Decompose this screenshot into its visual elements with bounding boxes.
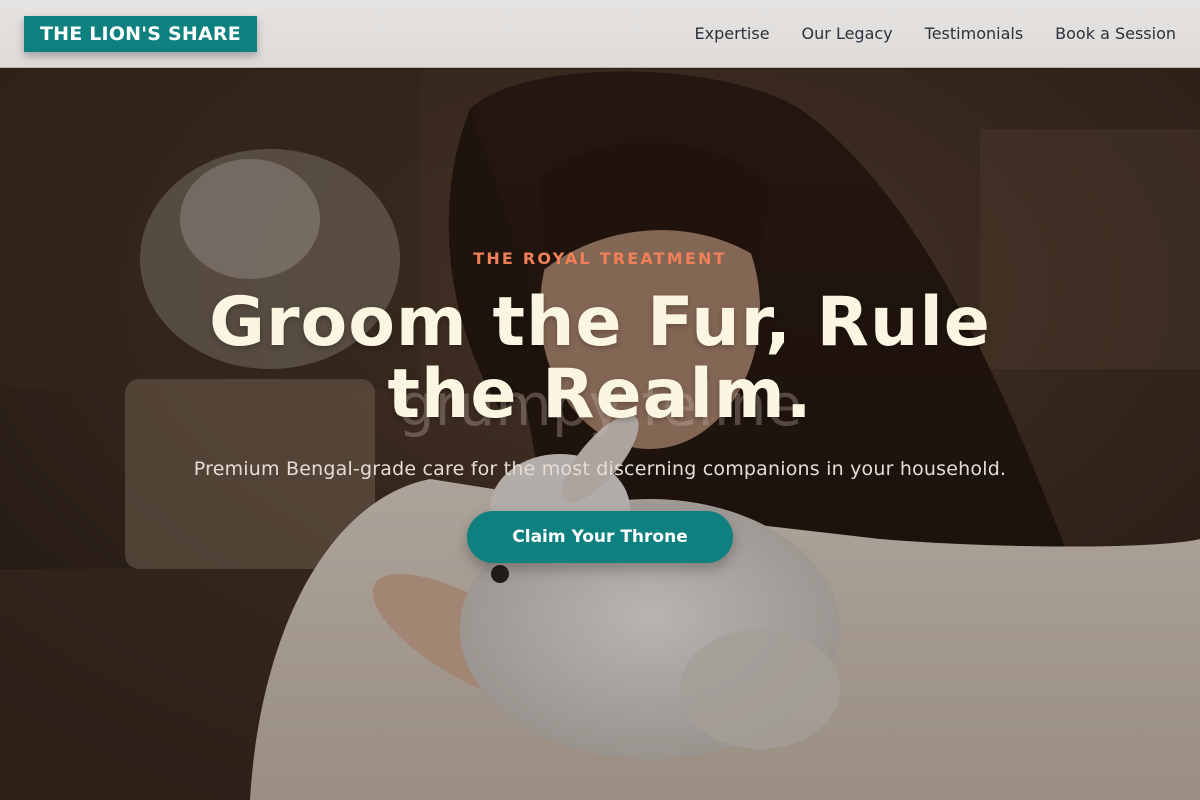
hero-headline: Groom the Fur, Rule the Realm.	[209, 283, 991, 434]
main-nav: Expertise Our Legacy Testimonials Book a…	[694, 24, 1176, 43]
nav-link-book-session[interactable]: Book a Session	[1055, 24, 1176, 43]
nav-link-our-legacy[interactable]: Our Legacy	[802, 24, 893, 43]
nav-link-testimonials[interactable]: Testimonials	[925, 24, 1024, 43]
hero-subtitle: Premium Bengal-grade care for the most d…	[193, 458, 1007, 480]
site-header: THE LION'S SHARE Expertise Our Legacy Te…	[0, 0, 1200, 68]
hero-section: grumpy feline THE ROYAL TREATMENT Groom …	[0, 69, 1200, 800]
brand-logo[interactable]: THE LION'S SHARE	[24, 15, 257, 52]
claim-throne-button[interactable]: Claim Your Throne	[467, 511, 733, 563]
hero-eyebrow: THE ROYAL TREATMENT	[473, 249, 727, 268]
nav-link-expertise[interactable]: Expertise	[694, 24, 769, 43]
